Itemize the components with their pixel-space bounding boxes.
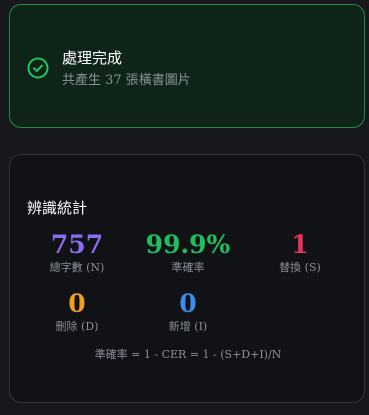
stats-title: 辨識統計 bbox=[27, 199, 88, 217]
stat-value: 757 bbox=[50, 230, 104, 259]
stat-value: 99.9% bbox=[145, 230, 231, 259]
stat-label: 準確率 bbox=[171, 261, 205, 274]
stats-card: 辨識統計 757 總字數 (N) 99.9% 準確率 1 替換 (S) 0 刪除… bbox=[9, 154, 365, 403]
stat-accuracy: 99.9% 準確率 bbox=[133, 231, 243, 275]
accuracy-formula: 準確率 = 1 - CER = 1 - (S+D+I)/N bbox=[94, 348, 282, 361]
stat-label: 刪除 (D) bbox=[55, 320, 99, 333]
success-subtitle: 共產生 37 張橫書圖片 bbox=[62, 73, 191, 88]
stat-insertions: 0 新增 (I) bbox=[133, 290, 243, 334]
stat-substitutions: 1 替換 (S) bbox=[245, 231, 355, 275]
stat-label: 總字數 (N) bbox=[49, 261, 105, 274]
success-card: 處理完成 共產生 37 張橫書圖片 bbox=[9, 4, 365, 128]
stat-label: 新增 (I) bbox=[168, 320, 208, 333]
stat-total-chars: 757 總字數 (N) bbox=[22, 231, 132, 275]
success-text: 處理完成 共產生 37 張橫書圖片 bbox=[62, 49, 191, 89]
check-circle-icon bbox=[27, 57, 49, 79]
stat-value: 0 bbox=[68, 289, 86, 318]
stat-value: 0 bbox=[179, 289, 197, 318]
stat-label: 替換 (S) bbox=[279, 261, 321, 274]
results-panel: 處理完成 共產生 37 張橫書圖片 辨識統計 757 總字數 (N) 99.9%… bbox=[0, 0, 369, 415]
success-title: 處理完成 bbox=[62, 49, 123, 67]
stat-value: 1 bbox=[291, 230, 309, 259]
stat-deletions: 0 刪除 (D) bbox=[22, 290, 132, 334]
